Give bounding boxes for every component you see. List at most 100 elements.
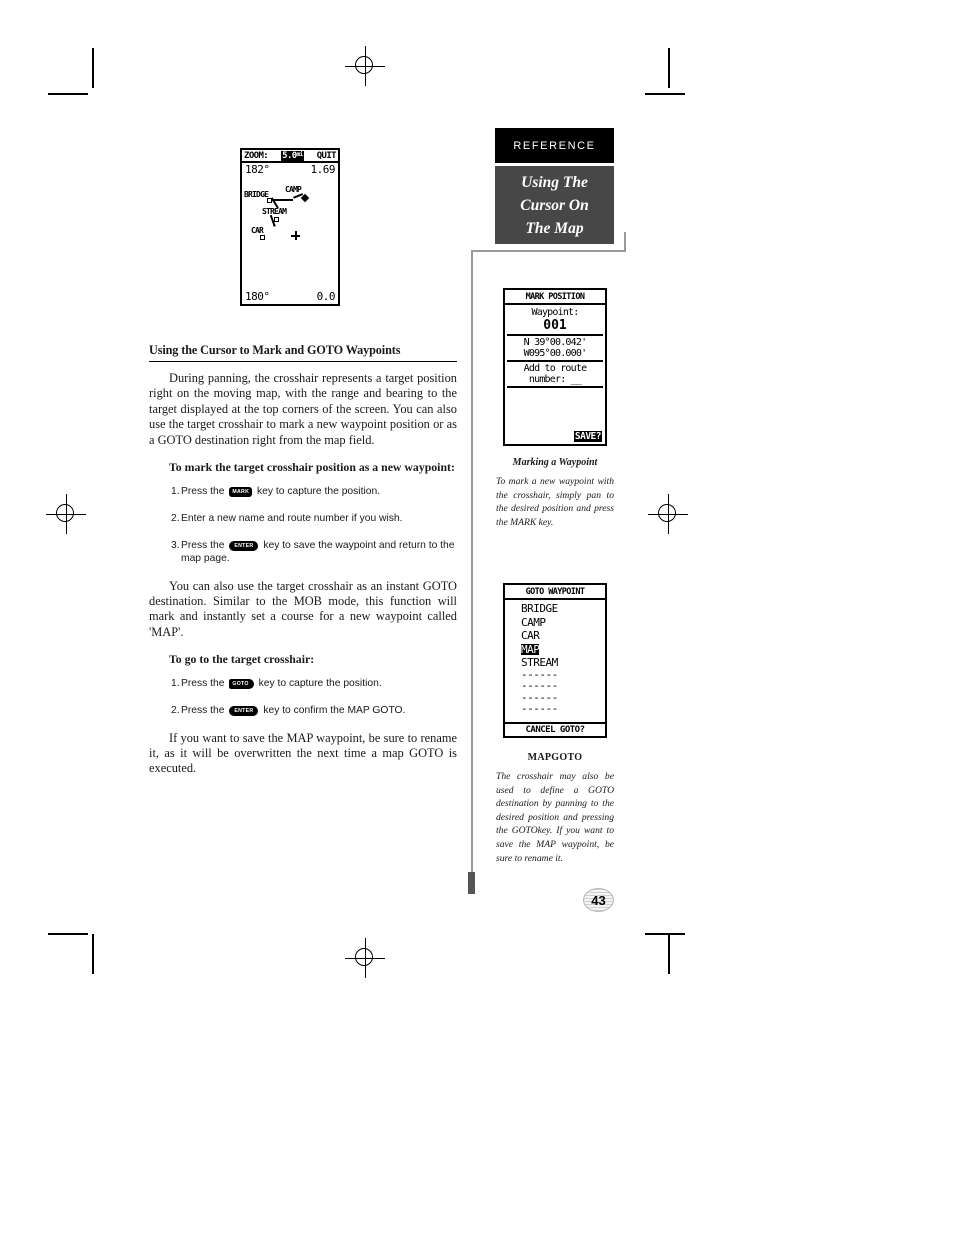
quit-button[interactable]: QUIT — [317, 151, 337, 161]
section-title-line-2: Cursor On — [520, 196, 589, 214]
cancel-goto-button[interactable]: CANCEL GOTO? — [505, 722, 605, 736]
map-range-top: 1.69 — [310, 163, 336, 176]
section-heading: Using the Cursor to Mark and GOTO Waypoi… — [149, 343, 457, 362]
section-title-line-3: The Map — [525, 219, 584, 237]
step-item: 3. Press the ENTER key to save the waypo… — [149, 539, 457, 565]
step-text-before: Press the — [181, 539, 228, 551]
map-top-readouts: 182° 1.69 — [242, 163, 338, 176]
mark-position-header: MARK POSITION — [505, 290, 605, 305]
goto-caption-body: The crosshair may also be used to define… — [496, 771, 614, 864]
reference-tab: REFERENCE — [495, 128, 614, 163]
map-range-bottom: 0.0 — [316, 290, 336, 303]
map-waypoint-symbol-stream — [274, 217, 279, 222]
crop-mark-bottom-left-v — [92, 934, 94, 974]
crop-mark-bottom-left-h — [48, 933, 88, 935]
zoom-label: ZOOM: — [244, 151, 269, 161]
step-text-before: Press the — [181, 704, 228, 716]
step-number: 1. — [171, 485, 180, 497]
mark-save-button[interactable]: SAVE? — [573, 431, 602, 442]
goto-list-empty-slot[interactable]: ------ — [505, 680, 605, 692]
map-waypoint-label-car: CAR — [251, 226, 264, 235]
goto-list-item-bridge[interactable]: BRIDGE — [521, 603, 558, 615]
goto-list-empty-slot[interactable]: ------ — [505, 703, 605, 715]
registration-mark-left — [46, 494, 86, 534]
goto-key-icon[interactable]: GOTO — [229, 679, 254, 690]
mark-waypoint-name[interactable]: 001 — [505, 318, 605, 333]
reference-tab-label: REFERENCE — [513, 139, 596, 152]
step-text-after: key to confirm the MAP GOTO. — [260, 704, 406, 716]
goto-list-item-camp[interactable]: CAMP — [521, 616, 546, 629]
zoom-value-field[interactable]: 5.0mi — [281, 151, 304, 161]
map-waypoint-symbol-car — [260, 235, 265, 240]
step-text-after: key to capture the position. — [254, 485, 381, 497]
section-title-tab: Using The Cursor On The Map — [495, 166, 614, 244]
subheading-goto: To go to the target crosshair: — [169, 652, 315, 667]
step-number: 2. — [171, 704, 180, 716]
step-item: 2. Enter a new name and route number if … — [149, 512, 457, 525]
step-item: 1. Press the MARK key to capture the pos… — [149, 485, 457, 498]
mark-position-screen: MARK POSITION Waypoint: 001 N 39°00.042'… — [503, 288, 607, 446]
goto-list-item-map-selected[interactable]: MAP — [521, 643, 540, 655]
goto-caption-title: MAPGOTO — [527, 752, 583, 763]
subheading-mark: To mark the target crosshair position as… — [169, 460, 455, 475]
sidebar-corner-rule — [624, 232, 626, 252]
crop-mark-top-right-v — [668, 48, 670, 88]
registration-mark-bottom — [345, 938, 385, 978]
sidebar-vertical-rule — [471, 250, 473, 880]
steps-list-goto: 1. Press the GOTO key to capture the pos… — [149, 677, 457, 717]
step-item: 1. Press the GOTO key to capture the pos… — [149, 677, 457, 690]
registration-mark-top — [345, 46, 385, 86]
map-waypoint-symbol-bridge — [267, 198, 272, 203]
step-item: 2. Press the ENTER key to confirm the MA… — [149, 704, 457, 717]
crop-mark-bottom-right-v — [668, 934, 670, 974]
map-waypoint-symbol-camp — [300, 193, 310, 203]
enter-key-icon[interactable]: ENTER — [229, 541, 259, 552]
mark-route-label-line2[interactable]: number: __ — [505, 374, 605, 385]
step-text-before: Press the — [181, 485, 228, 497]
mark-route-label-line1: Add to route — [523, 363, 587, 374]
map-zoom-bar: ZOOM: 5.0mi QUIT — [242, 150, 338, 163]
step-number: 2. — [171, 512, 180, 524]
crop-mark-top-right-h — [645, 93, 685, 95]
steps-list-mark: 1. Press the MARK key to capture the pos… — [149, 485, 457, 565]
registration-mark-right — [648, 494, 688, 534]
sidebar-horizontal-rule — [471, 250, 626, 252]
paragraph-3: If you want to save the MAP waypoint, be… — [149, 730, 457, 776]
mark-waypoint-label: Waypoint: — [531, 307, 580, 318]
mark-longitude: W095°00.000' — [523, 348, 587, 359]
step-text-before: Press the — [181, 677, 228, 689]
goto-list-item-car[interactable]: CAR — [521, 630, 540, 642]
mark-latitude: N 39°00.042' — [523, 337, 587, 348]
map-waypoint-label-camp: CAMP — [285, 185, 302, 194]
map-bearing-bottom: 180° — [245, 290, 270, 303]
map-waypoint-label-stream: STREAM — [262, 207, 287, 216]
mark-caption-title: Marking a Waypoint — [512, 457, 598, 468]
map-field[interactable]: BRIDGE CAMP STREAM CAR — [242, 176, 338, 270]
page-number: 43 — [591, 892, 606, 908]
goto-waypoint-list[interactable]: BRIDGE CAMP CAR MAP STREAM — [505, 600, 605, 669]
mark-caption-body: To mark a new waypoint with the crosshai… — [496, 476, 614, 528]
crop-mark-top-left-v — [92, 48, 94, 88]
map-cursor-crosshair[interactable] — [291, 231, 300, 240]
enter-key-icon[interactable]: ENTER — [229, 706, 259, 717]
section-title-line-1: Using The — [521, 173, 588, 191]
map-waypoint-label-bridge: BRIDGE — [244, 190, 269, 199]
zoom-unit: mi — [296, 151, 304, 158]
step-number: 1. — [171, 677, 180, 689]
goto-waypoint-header: GOTO WAYPOINT — [505, 585, 605, 600]
goto-waypoint-screen: GOTO WAYPOINT BRIDGE CAMP CAR MAP STREAM… — [503, 583, 607, 738]
main-content-column: Using the Cursor to Mark and GOTO Waypoi… — [149, 343, 457, 789]
goto-list-item-stream[interactable]: STREAM — [521, 657, 558, 669]
map-bottom-readouts: 180° 0.0 — [242, 290, 338, 303]
step-text-before: Enter a new name and route number if you… — [181, 512, 403, 524]
sidebar-rule-end-tick — [468, 872, 475, 894]
step-number: 3. — [171, 539, 180, 551]
paragraph-2: You can also use the target crosshair as… — [149, 578, 457, 639]
gps-map-screen: ZOOM: 5.0mi QUIT 182° 1.69 BRIDGE CAMP S… — [240, 148, 340, 306]
crop-mark-top-left-h — [48, 93, 88, 95]
map-bearing-top: 182° — [245, 163, 270, 176]
page-number-badge: 43 — [583, 888, 614, 912]
mark-key-icon[interactable]: MARK — [229, 487, 253, 498]
crop-mark-bottom-right-h — [645, 933, 685, 935]
step-text-after: key to capture the position. — [255, 677, 382, 689]
